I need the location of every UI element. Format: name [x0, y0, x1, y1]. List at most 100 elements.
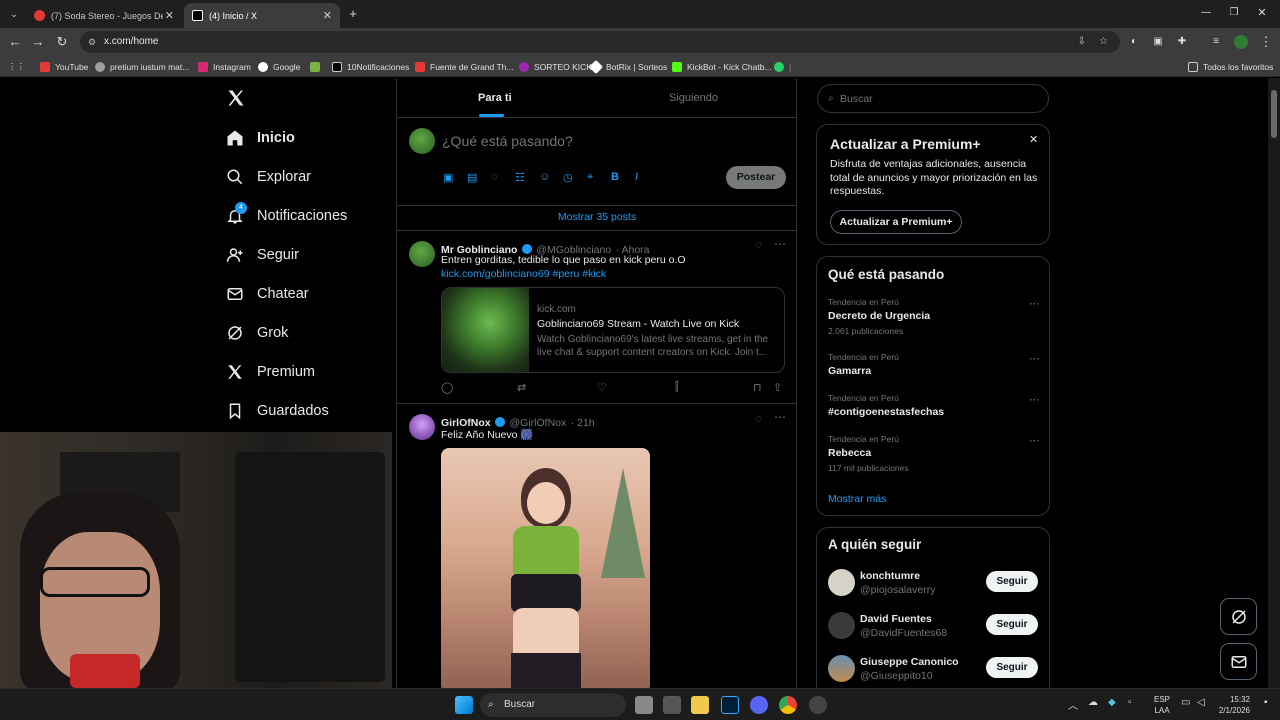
follow-button[interactable]: Seguir — [986, 571, 1038, 592]
file-explorer-icon[interactable] — [691, 696, 709, 714]
link-card[interactable]: kick.com Goblinciano69 Stream - Watch Li… — [441, 287, 785, 373]
x-logo-icon[interactable] — [226, 88, 246, 108]
tab-search-chevron-icon[interactable]: ⌄ — [4, 4, 24, 24]
scrollbar-thumb[interactable] — [1271, 90, 1277, 138]
bold-icon[interactable]: B — [611, 171, 619, 183]
tray-icon[interactable]: ◆ — [1108, 697, 1116, 708]
user-handle[interactable]: @piojosalaverry — [860, 584, 935, 596]
tab-para-ti[interactable]: Para ti — [478, 92, 512, 104]
sidebar-item-chatear[interactable]: Chatear — [226, 282, 309, 306]
post-image[interactable] — [441, 448, 650, 693]
extension-icon[interactable]: ◐ — [1124, 32, 1144, 52]
tray-icon[interactable]: ▫ — [1128, 697, 1132, 708]
views-icon[interactable]: ⫿ — [675, 381, 679, 394]
compose-input[interactable]: ¿Qué está pasando? — [442, 133, 573, 149]
discord-icon[interactable] — [750, 696, 768, 714]
trend-item[interactable]: Tendencia en Perú #contigoenestasfechas … — [828, 393, 1040, 418]
profile-avatar[interactable] — [1234, 35, 1248, 49]
reload-icon[interactable]: ↻ — [52, 32, 72, 52]
follow-suggestion[interactable]: David Fuentes @DavidFuentes68 Seguir — [828, 611, 1040, 641]
reply-icon[interactable]: ◯ — [441, 381, 453, 394]
close-tab-icon[interactable]: ✕ — [165, 9, 174, 22]
sidebar-item-premium[interactable]: Premium — [226, 360, 315, 384]
follow-suggestion[interactable]: Giuseppe Canonico @Giuseppito10 Seguir — [828, 654, 1040, 684]
network-icon[interactable]: ▭ — [1181, 697, 1190, 708]
trend-item[interactable]: Tendencia en Perú Gamarra ⋯ — [828, 352, 1040, 377]
bookmark-fuente[interactable]: Fuente de Grand Th... — [415, 60, 513, 73]
browser-tab-2[interactable]: (4) Inicio / X ✕ — [184, 3, 340, 28]
schedule-icon[interactable]: ◷ — [563, 171, 573, 184]
user-name[interactable]: Giuseppe Canonico — [860, 656, 959, 668]
avatar[interactable] — [409, 414, 435, 440]
post-time[interactable]: · 21h — [571, 417, 595, 429]
trend-item[interactable]: Tendencia en Perú Rebecca 117 mil public… — [828, 434, 1040, 473]
menu-icon[interactable]: ⋮ — [1256, 32, 1276, 52]
avatar[interactable] — [828, 569, 855, 596]
new-tab-button[interactable]: + — [343, 4, 363, 24]
grok-icon[interactable]: ◌ — [755, 413, 762, 425]
more-options-icon[interactable]: ⋯ — [1029, 352, 1040, 365]
bookmark-youtube[interactable]: YouTube — [40, 60, 88, 73]
sidebar-item-grok[interactable]: Grok — [226, 321, 288, 345]
grok-icon[interactable]: ◌ — [491, 171, 498, 183]
all-bookmarks[interactable]: Todos los favoritos — [1188, 60, 1273, 73]
close-tab-icon[interactable]: ✕ — [323, 9, 332, 22]
more-options-icon[interactable]: ⋯ — [774, 410, 786, 424]
follow-button[interactable]: Seguir — [986, 614, 1038, 635]
volume-icon[interactable]: ◁ — [1197, 697, 1205, 708]
user-name[interactable]: David Fuentes — [860, 613, 932, 625]
show-more-posts[interactable]: Mostrar 35 posts — [397, 206, 797, 231]
maximize-icon[interactable]: ❐ — [1224, 3, 1244, 23]
grok-icon[interactable]: ◌ — [755, 239, 762, 251]
post[interactable]: GirlOfNox @GirlOfNox · 21h ◌ ⋯ Feliz Año… — [397, 405, 797, 695]
browser-tab-1[interactable]: (7) Soda Stereo - Juegos De Se... ✕ — [26, 3, 182, 28]
repost-icon[interactable]: ⇄ — [517, 381, 526, 394]
user-handle[interactable]: @Giuseppito10 — [860, 670, 933, 682]
follow-button[interactable]: Seguir — [986, 657, 1038, 678]
messages-floating-button[interactable] — [1220, 643, 1257, 680]
windows-start-icon[interactable] — [455, 696, 473, 714]
like-icon[interactable]: ♡ — [597, 381, 607, 394]
location-icon[interactable]: ⌖ — [587, 171, 593, 184]
sidebar-item-notificaciones[interactable]: 4 Notificaciones — [226, 202, 347, 228]
post-link[interactable]: kick.com/goblinciano69 #peru #kick — [441, 268, 606, 280]
apps-grid-icon[interactable]: ⋮⋮ — [8, 60, 25, 73]
gif-icon[interactable]: ▤ — [467, 171, 477, 184]
premium-upgrade-button[interactable]: Actualizar a Premium+ — [830, 210, 962, 234]
bookmark-icon[interactable]: ⊓ — [753, 381, 762, 394]
show-more-trends[interactable]: Mostrar más — [828, 493, 886, 505]
bookmark-botrix[interactable]: BotRix | Sorteos — [588, 59, 667, 74]
site-info-icon[interactable]: ⚙ — [88, 31, 96, 53]
reading-list-icon[interactable]: ≡ — [1206, 32, 1226, 52]
forward-icon[interactable]: → — [28, 32, 48, 52]
grok-floating-button[interactable] — [1220, 598, 1257, 635]
avatar[interactable] — [828, 612, 855, 639]
sidebar-item-guardados[interactable]: Guardados — [226, 399, 329, 423]
window-close-icon[interactable]: ✕ — [1252, 3, 1272, 23]
avatar[interactable] — [409, 241, 435, 267]
back-icon[interactable]: ← — [5, 32, 25, 52]
url-input[interactable]: ⚙ x.com/home ⇩ ☆ — [80, 31, 1120, 53]
install-icon[interactable]: ⇩ — [1078, 31, 1086, 53]
extension-icon[interactable]: ▣ — [1148, 32, 1168, 52]
bookmark-kickbot[interactable]: KickBot - Kick Chatb... — [672, 60, 772, 73]
user-handle[interactable]: @DavidFuentes68 — [860, 627, 947, 639]
more-options-icon[interactable]: ⋯ — [1029, 434, 1040, 447]
bookmark-extension[interactable] — [310, 60, 325, 73]
language-indicator[interactable]: ESP LAA — [1154, 694, 1170, 716]
user-name[interactable]: konchtumre — [860, 570, 920, 582]
emoji-icon[interactable]: ☺ — [539, 171, 550, 183]
bookmark-whatsapp[interactable]: | — [774, 60, 791, 73]
close-icon[interactable]: ✕ — [1029, 133, 1038, 146]
avatar[interactable] — [409, 128, 435, 154]
photoshop-icon[interactable] — [721, 696, 739, 714]
bookmark-instagram[interactable]: Instagram — [198, 60, 251, 73]
italic-icon[interactable]: I — [635, 171, 638, 183]
obs-icon[interactable] — [809, 696, 827, 714]
post-button[interactable]: Postear — [726, 166, 786, 189]
bookmark-pretium[interactable]: pretium iustum mat... — [95, 60, 189, 73]
tray-chevron-icon[interactable]: ︿ — [1068, 697, 1078, 712]
tray-icon[interactable]: ☁ — [1088, 697, 1098, 708]
task-view-icon[interactable] — [635, 696, 653, 714]
more-options-icon[interactable]: ⋯ — [774, 237, 786, 251]
